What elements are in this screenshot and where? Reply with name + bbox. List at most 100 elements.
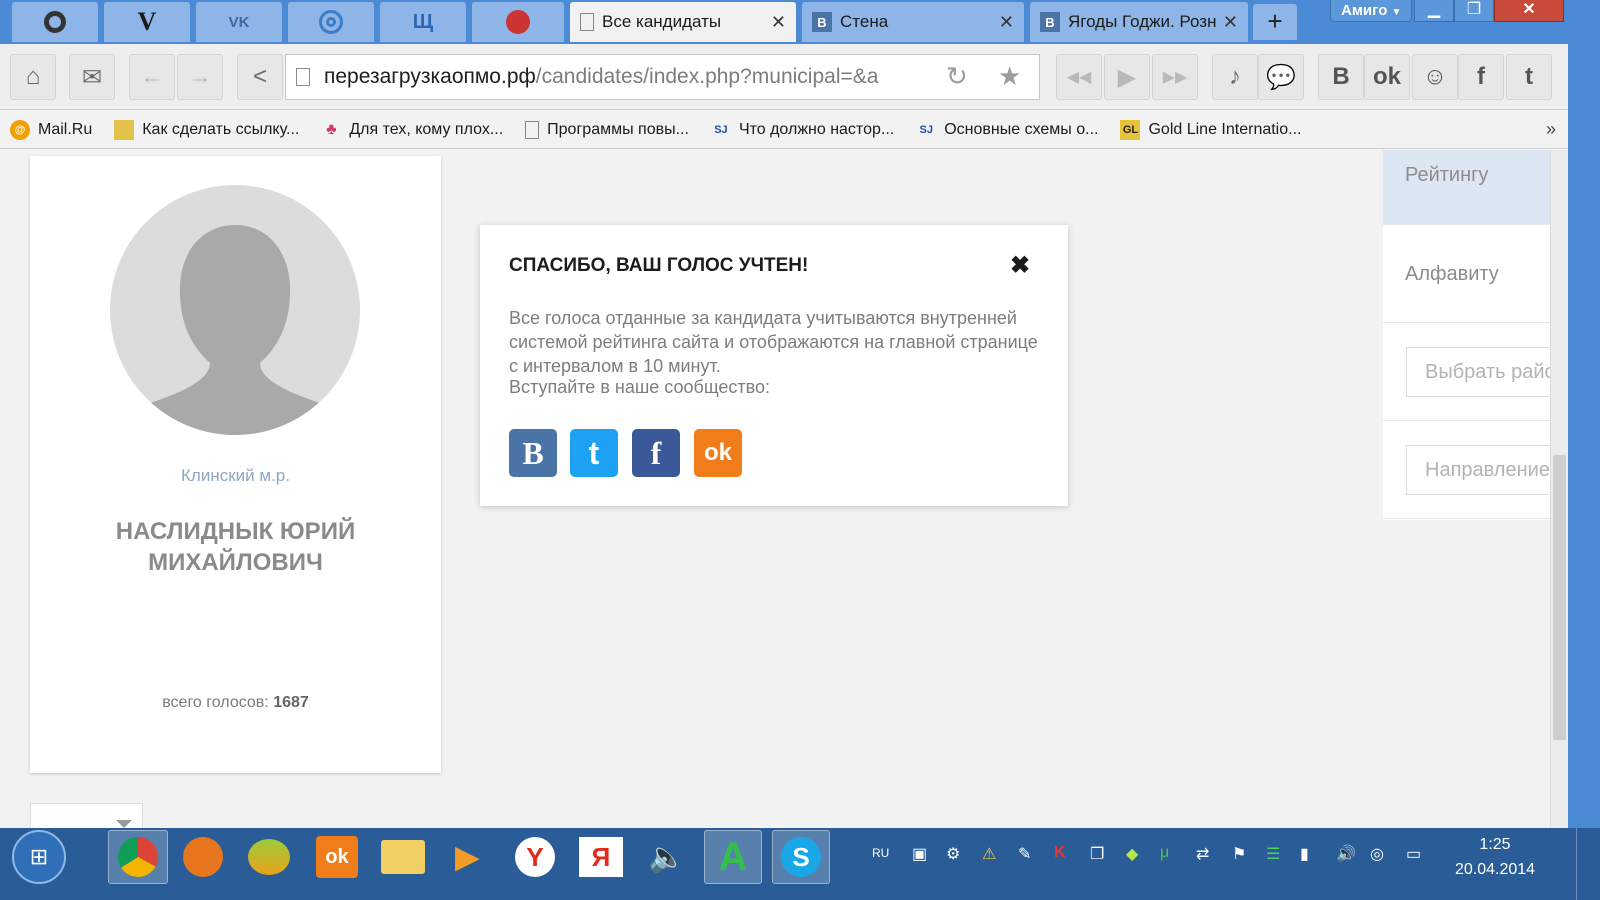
sort-by-rating[interactable]: Рейтингу [1383,150,1550,225]
taskbar-yandex[interactable]: Я [572,830,630,884]
forward-button[interactable]: → [177,54,223,100]
bookmark-mailru[interactable]: @ Mail.Ru [10,119,92,140]
tab-all-candidates[interactable]: Все кандидаты ✕ [570,2,796,42]
tray-volume-icon[interactable]: 🔊 [1336,844,1356,864]
new-tab-button[interactable]: + [1253,4,1297,40]
tray-network-icon[interactable]: ⚙ [946,844,960,864]
tray-sync-icon[interactable]: ⇄ [1196,844,1209,864]
taskbar-yandex-browser[interactable]: Y [506,830,564,884]
twitter-icon: t [1525,63,1533,90]
pinned-tab-target[interactable] [288,2,374,42]
candidate-municipal-link[interactable]: Клинский м.р. [30,466,441,486]
facebook-button[interactable]: f [1458,54,1504,100]
taskbar-amigo[interactable] [240,830,298,884]
tray-update-icon[interactable]: ◎ [1370,844,1384,864]
home-button[interactable]: ⌂ [10,54,56,100]
tray-monitor-icon[interactable]: ▭ [1406,844,1421,864]
page-scrollbar[interactable] [1550,150,1568,828]
sort-by-alphabet[interactable]: Алфавиту [1383,225,1550,323]
odnoklassniki-share-icon[interactable]: ok [694,429,742,477]
vk-share-icon[interactable]: B [509,429,557,477]
tab-wall[interactable]: B Стена ✕ [802,2,1024,42]
tray-list-icon[interactable]: ☰ [1266,844,1280,864]
media-play-button[interactable]: ▶ [1104,54,1150,100]
tab-title: Все кандидаты [602,12,722,31]
start-button[interactable]: ⊞ [12,830,66,884]
mailru-agent-button[interactable]: ☺ [1412,54,1458,100]
scrollbar-thumb[interactable] [1553,455,1566,740]
tray-utorrent-icon[interactable]: μ [1160,844,1169,862]
bookmark-label: Gold Line Internatio... [1148,120,1302,138]
back-button[interactable]: ← [129,54,175,100]
pinned-tab-network[interactable]: Щ [380,2,466,42]
tray-tool-icon[interactable]: ✎ [1018,844,1031,864]
taskbar-a-app[interactable]: A [704,830,762,884]
candidate-card[interactable]: Клинский м.р. НАСЛИДНЫК ЮРИЙ МИХАЙЛОВИЧ … [30,156,441,773]
reload-icon[interactable]: ↻ [946,61,968,92]
tray-windows-icon[interactable]: ❐ [1090,844,1104,864]
share-button[interactable]: < [237,54,283,100]
maximize-button[interactable]: ❐ [1454,0,1494,22]
tray-pr-icon[interactable]: ▣ [912,844,927,864]
tab-close-icon[interactable]: ✕ [771,12,786,33]
tab-close-icon[interactable]: ✕ [1223,12,1238,33]
v-icon: V [137,7,157,36]
language-indicator[interactable]: RU [872,846,889,860]
taskbar-chrome[interactable] [108,830,168,884]
show-desktop-button[interactable] [1576,828,1600,900]
amigo-menu-button[interactable]: Амиго ▼ [1330,0,1412,22]
modal-close-icon[interactable]: ✖ [1010,251,1030,280]
mail-button[interactable]: ✉ [69,54,115,100]
tab-bar: V VK Щ Все кандидаты ✕ B Стена ✕ B Ягоды… [0,0,1600,44]
avatar-placeholder-icon [110,185,360,435]
tray-power-icon[interactable]: ▮ [1300,844,1309,864]
bookmarks-more-button[interactable]: » [1546,119,1556,140]
close-window-button[interactable]: ✕ [1494,0,1564,22]
network-icon: Щ [412,10,434,33]
pinned-tab-vk[interactable]: VK [196,2,282,42]
mailru-icon: @ [10,119,30,140]
tab-goji[interactable]: B Ягоды Годжи. Розн ✕ [1030,2,1248,42]
tray-warning-icon[interactable]: ⚠ [982,844,996,864]
twitter-share-icon[interactable]: t [570,429,618,477]
sj-icon: SJ [714,123,728,136]
twitter-button[interactable]: t [1506,54,1552,100]
star-icon[interactable]: ★ [998,61,1021,92]
taskbar-sound[interactable]: 🔈 [638,830,696,884]
bookmark-link-howto[interactable]: Как сделать ссылку... [114,119,299,140]
tray-kaspersky-icon[interactable]: K [1054,844,1066,862]
tab-close-icon[interactable]: ✕ [999,12,1014,33]
pinned-tab-power[interactable] [472,2,564,42]
district-select[interactable]: Выбрать район [1406,347,1550,397]
taskbar-firefox[interactable] [174,830,232,884]
odnoklassniki-button[interactable]: ok [1364,54,1410,100]
bookmark-programs[interactable]: Программы повы... [525,120,689,139]
system-clock[interactable]: 1:25 20.04.2014 [1440,832,1550,882]
taskbar-skype[interactable]: S [772,830,830,884]
taskbar-media-player[interactable]: ▶ [438,830,496,884]
bookmark-for-those[interactable]: ♣ Для тех, кому плох... [321,120,503,140]
candidate-name[interactable]: НАСЛИДНЫК ЮРИЙ МИХАЙЛОВИЧ [70,516,401,578]
tray-flag-icon[interactable]: ⚑ [1232,844,1246,864]
minimize-button[interactable]: ▁ [1414,0,1454,22]
taskbar-odnoklassniki[interactable]: ok [308,830,366,884]
taskbar-explorer[interactable] [374,830,432,884]
pinned-tab-v[interactable]: V [104,2,190,42]
direction-select[interactable]: Направление [1406,445,1550,495]
music-button[interactable]: ♪ [1212,54,1258,100]
address-bar[interactable]: перезагрузкаопмо.рф/candidates/index.php… [285,54,1040,100]
pinned-tab-opera[interactable] [12,2,98,42]
bookmark-schemes[interactable]: SJ Основные схемы о... [916,120,1098,140]
rewind-icon: ◀◀ [1066,69,1092,86]
page-select[interactable] [30,803,143,828]
chat-button[interactable]: 💬 [1258,54,1304,100]
tray-evernote-icon[interactable]: ◆ [1126,844,1138,864]
amigo-label: Амиго [1341,2,1388,19]
vk-button[interactable]: B [1318,54,1364,100]
facebook-share-icon[interactable]: f [632,429,680,477]
yandex-browser-icon: Y [515,837,555,877]
bookmark-what-should[interactable]: SJ Что должно настор... [711,120,894,140]
bookmark-gold-line[interactable]: GL Gold Line Internatio... [1120,119,1302,140]
media-prev-button[interactable]: ◀◀ [1056,54,1102,100]
media-next-button[interactable]: ▶▶ [1152,54,1198,100]
